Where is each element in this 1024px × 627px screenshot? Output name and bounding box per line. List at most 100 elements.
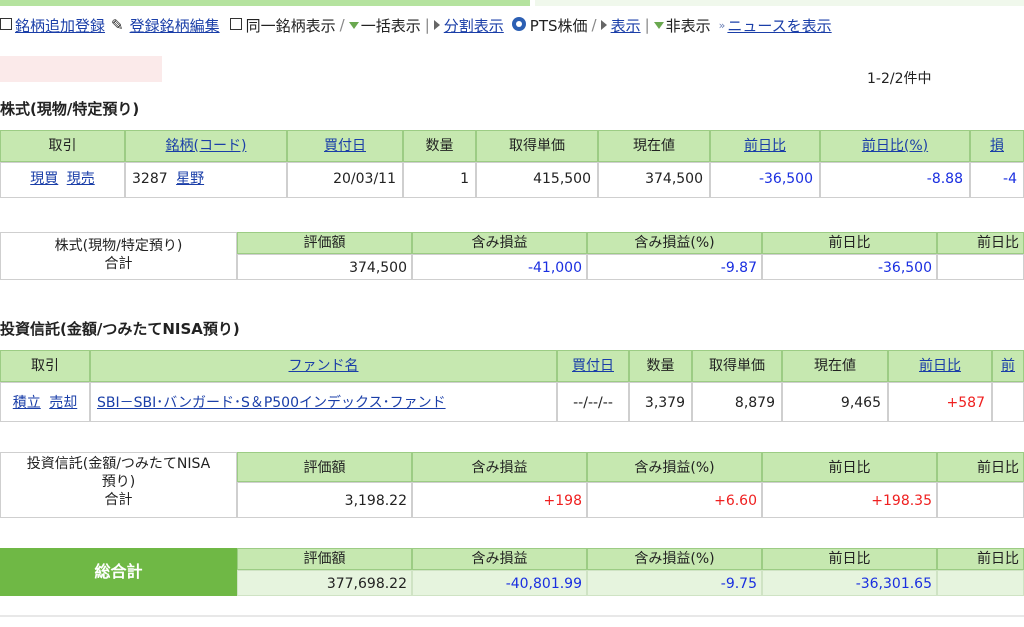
stock-cell: 3287 星野 bbox=[125, 162, 287, 198]
price: 9,465 bbox=[782, 382, 888, 422]
sort-fund-name-link[interactable]: ファンド名 bbox=[289, 358, 359, 374]
transaction-cell: 積立 売却 bbox=[0, 382, 90, 422]
table-row: 現買 現売 3287 星野 20/03/11 1 415,500 374,500… bbox=[0, 162, 1024, 198]
summary-header-change: 前日比 bbox=[762, 232, 937, 254]
total-unrealized: -40,801.99 bbox=[412, 570, 587, 596]
sort-change-link[interactable]: 前日比 bbox=[744, 138, 786, 154]
summary-header-unrealized-pct: 含み損益(%) bbox=[587, 452, 762, 482]
bulk-display-label: 一括表示 bbox=[360, 16, 421, 35]
change: +587 bbox=[888, 382, 992, 422]
pts-icon bbox=[511, 17, 526, 31]
funds-summary-label: 投資信託(金額/つみたてNISA 預り) 合計 bbox=[0, 452, 237, 518]
quantity: 1 bbox=[403, 162, 476, 198]
col-cost: 取得単価 bbox=[692, 350, 782, 382]
table-row: 積立 売却 SBI－SBI･バンガード･S＆P500インデックス･ファンド --… bbox=[0, 382, 1024, 422]
cost: 415,500 bbox=[476, 162, 598, 198]
summary-valuation: 3,198.22 bbox=[237, 482, 412, 518]
col-price: 現在値 bbox=[598, 130, 710, 162]
total-header-valuation: 評価額 bbox=[237, 548, 412, 570]
summary-change: +198.35 bbox=[762, 482, 937, 518]
col-fund-name: ファンド名 bbox=[90, 350, 557, 382]
fund-name-link[interactable]: SBI－SBI･バンガード･S＆P500インデックス･ファンド bbox=[97, 395, 446, 411]
summary-header-valuation: 評価額 bbox=[237, 452, 412, 482]
col-change-more: 前 bbox=[992, 350, 1024, 382]
summary-header-change2: 前日比 bbox=[937, 452, 1024, 482]
summary-unrealized-pct: -9.87 bbox=[587, 254, 762, 280]
col-quantity: 数量 bbox=[403, 130, 476, 162]
col-stock-code: 銘柄(コード) bbox=[125, 130, 287, 162]
pl: -4 bbox=[970, 162, 1024, 198]
top-tab-strip-right bbox=[535, 0, 1024, 6]
total-valuation: 377,698.22 bbox=[237, 570, 412, 596]
summary-header-unrealized: 含み損益 bbox=[412, 232, 587, 254]
masked-area bbox=[0, 56, 162, 82]
sell-button[interactable]: 売却 bbox=[49, 395, 77, 411]
buy-button[interactable]: 現買 bbox=[30, 171, 58, 187]
triangle-down-icon bbox=[348, 21, 359, 29]
split-display-link[interactable]: 分割表示 bbox=[444, 15, 504, 36]
summary-header-change2: 前日比 bbox=[937, 232, 1024, 254]
sort-stock-code-link[interactable]: 銘柄(コード) bbox=[166, 138, 247, 154]
buy-date: 20/03/11 bbox=[287, 162, 403, 198]
col-buy-date: 買付日 bbox=[557, 350, 629, 382]
divider bbox=[0, 615, 1024, 617]
checkbox-icon bbox=[0, 18, 12, 30]
add-registration-link[interactable]: 銘柄追加登録 bbox=[15, 15, 105, 36]
hide-label: 非表示 bbox=[665, 16, 711, 35]
summary-header-change: 前日比 bbox=[762, 452, 937, 482]
col-cost: 取得単価 bbox=[476, 130, 598, 162]
buy-date: --/--/-- bbox=[557, 382, 629, 422]
quantity: 3,379 bbox=[629, 382, 692, 422]
edit-registration-link[interactable]: 登録銘柄編集 bbox=[130, 15, 220, 36]
top-tab-strip bbox=[0, 0, 530, 6]
summary-unrealized: -41,000 bbox=[412, 254, 587, 280]
total-header-change: 前日比 bbox=[762, 548, 937, 570]
summary-change2 bbox=[937, 482, 1024, 518]
col-transaction: 取引 bbox=[0, 350, 90, 382]
stocks-section-title: 株式(現物/特定預り) bbox=[0, 100, 140, 118]
col-pl: 損 bbox=[970, 130, 1024, 162]
grand-total-label: 総合計 bbox=[0, 548, 237, 596]
col-change: 前日比 bbox=[888, 350, 992, 382]
summary-unrealized: +198 bbox=[412, 482, 587, 518]
triangle-right-icon bbox=[600, 20, 607, 30]
stock-code: 3287 bbox=[132, 171, 168, 187]
transaction-cell: 現買 現売 bbox=[0, 162, 125, 198]
triangle-right-icon bbox=[433, 20, 440, 30]
funds-section-title: 投資信託(金額/つみたてNISA預り) bbox=[0, 320, 240, 338]
edit-icon: ✎ bbox=[111, 16, 124, 34]
change-pct: -8.88 bbox=[820, 162, 970, 198]
show-link[interactable]: 表示 bbox=[611, 15, 641, 36]
sort-fund-change-more-link[interactable]: 前 bbox=[1001, 358, 1015, 374]
total-header-unrealized-pct: 含み損益(%) bbox=[587, 548, 762, 570]
change: -36,500 bbox=[710, 162, 820, 198]
sort-buy-date-link[interactable]: 買付日 bbox=[324, 138, 366, 154]
show-news-link[interactable]: ニュースを表示 bbox=[727, 15, 831, 36]
total-header-change2: 前日比 bbox=[937, 548, 1024, 570]
summary-valuation: 374,500 bbox=[237, 254, 412, 280]
stocks-summary-label: 株式(現物/特定預り) 合計 bbox=[0, 232, 237, 280]
col-buy-date: 買付日 bbox=[287, 130, 403, 162]
list-icon bbox=[229, 18, 242, 30]
sort-fund-change-link[interactable]: 前日比 bbox=[919, 358, 961, 374]
col-price: 現在値 bbox=[782, 350, 888, 382]
same-stock-display-label: 同一銘柄表示 bbox=[245, 16, 336, 35]
summary-change2 bbox=[937, 254, 1024, 280]
accumulate-button[interactable]: 積立 bbox=[13, 395, 41, 411]
col-quantity: 数量 bbox=[629, 350, 692, 382]
stock-name-link[interactable]: 星野 bbox=[176, 171, 204, 187]
summary-change: -36,500 bbox=[762, 254, 937, 280]
result-count: 1-2/2件中 bbox=[867, 71, 932, 87]
col-change-pct: 前日比(%) bbox=[820, 130, 970, 162]
col-change: 前日比 bbox=[710, 130, 820, 162]
sort-change-pct-link[interactable]: 前日比(%) bbox=[862, 138, 928, 154]
total-header-unrealized: 含み損益 bbox=[412, 548, 587, 570]
change-more bbox=[992, 382, 1024, 422]
price: 374,500 bbox=[598, 162, 710, 198]
sell-button[interactable]: 現売 bbox=[67, 171, 95, 187]
total-change2 bbox=[937, 570, 1024, 596]
summary-header-unrealized-pct: 含み損益(%) bbox=[587, 232, 762, 254]
double-chevron-icon: » bbox=[718, 18, 726, 32]
sort-pl-link[interactable]: 損 bbox=[990, 138, 1004, 154]
sort-fund-buy-date-link[interactable]: 買付日 bbox=[572, 358, 614, 374]
